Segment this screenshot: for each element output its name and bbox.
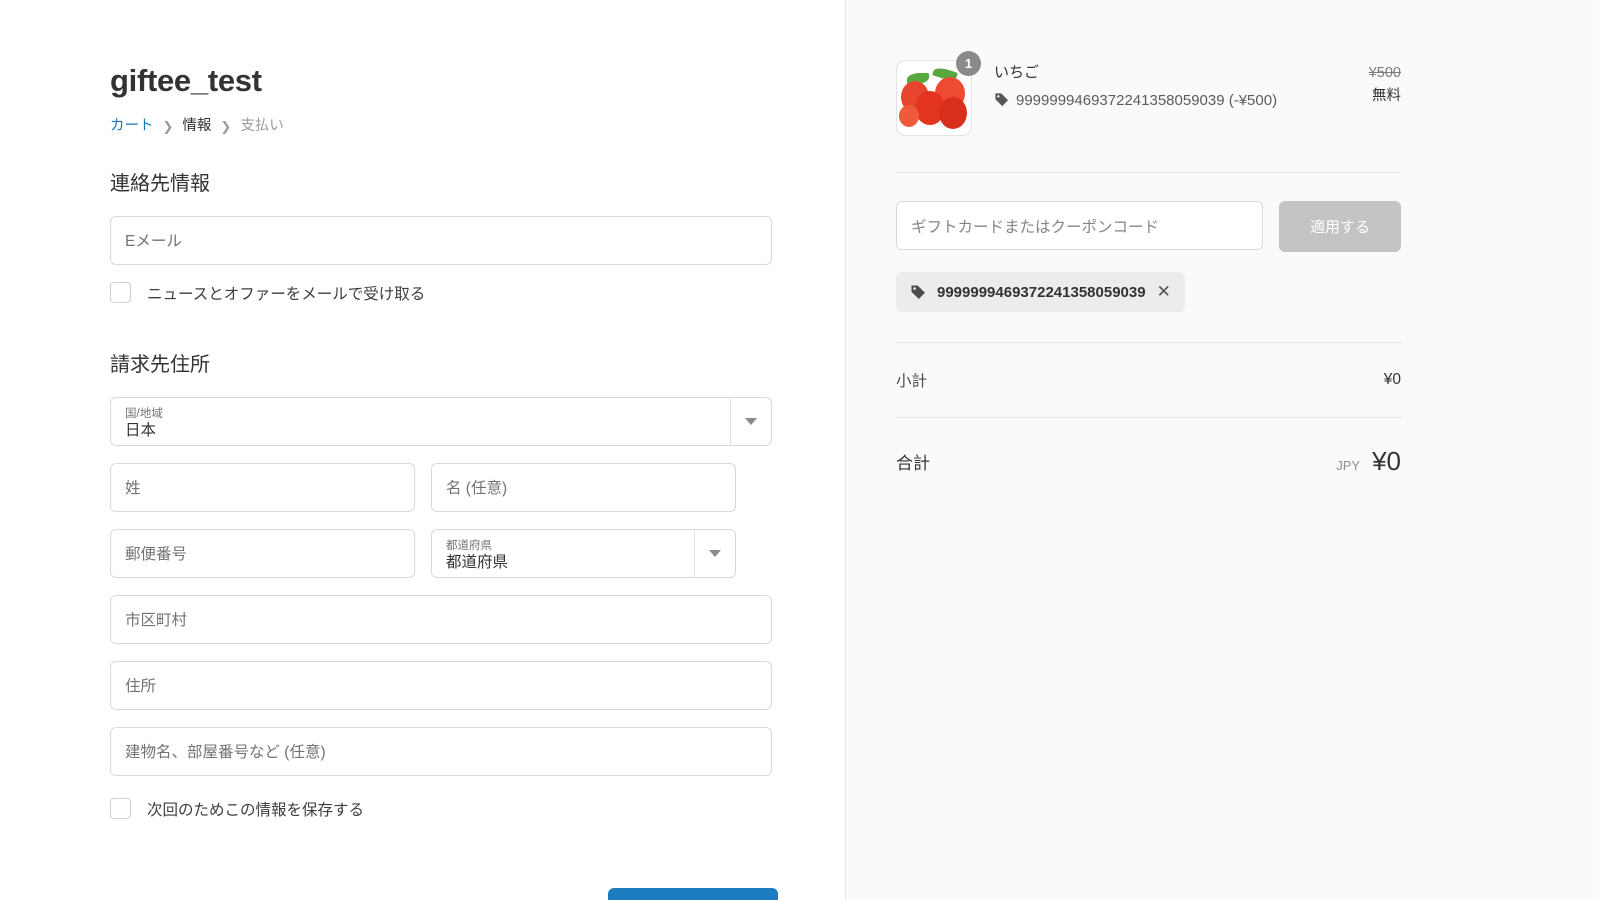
country-select-label: 国/地域 [125, 407, 163, 420]
prefecture-select-label: 都道府県 [446, 539, 492, 552]
product-discount-text: 9999999469372241358059039 (-¥500) [1016, 91, 1278, 109]
total-row: 合計 JPY ¥0 [896, 418, 1401, 477]
order-summary-column: 1 いちご 9999999469372241358059039 (-¥500) … [846, 0, 1599, 900]
save-info-label: 次回のためこの情報を保存する [147, 801, 365, 819]
breadcrumb-payment: 支払い [240, 118, 284, 135]
breadcrumb-cart[interactable]: カート [110, 119, 154, 134]
billing-section-heading: 請求先住所 [110, 353, 210, 376]
apply-coupon-button[interactable]: 適用する [1279, 201, 1401, 252]
checkout-page: giftee_test カート ❯ 情報 ❯ 支払い 連絡先情報 Eメール ニュ… [0, 0, 1600, 900]
order-line-item: 1 いちご 9999999469372241358059039 (-¥500) … [896, 51, 1401, 136]
subtotal-row: 小計 ¥0 [896, 343, 1401, 417]
subtotal-label: 小計 [896, 373, 928, 390]
country-select-value: 日本 [125, 422, 157, 440]
postal-code-placeholder: 郵便番号 [125, 546, 188, 564]
product-price: ¥500 無料 [1369, 60, 1401, 109]
total-label: 合計 [896, 454, 930, 473]
quantity-badge: 1 [956, 51, 981, 76]
newsletter-checkbox-row[interactable]: ニュースとオファーをメールで受け取る [110, 282, 736, 304]
prefecture-select-value: 都道府県 [446, 554, 509, 572]
city-field[interactable]: 市区町村 [110, 594, 772, 644]
coupon-row: ギフトカードまたはクーポンコード 適用する [896, 201, 1401, 252]
divider [896, 172, 1401, 173]
breadcrumb: カート ❯ 情報 ❯ 支払い [110, 119, 736, 134]
chevron-right-icon: ❯ [162, 118, 174, 134]
postal-prefecture-row: 郵便番号 都道府県 都道府県 [110, 528, 736, 578]
address-field[interactable]: 住所 [110, 660, 772, 710]
coupon-input[interactable]: ギフトカードまたはクーポンコード [896, 201, 1263, 250]
postal-code-field[interactable]: 郵便番号 [110, 528, 415, 578]
tag-icon [911, 285, 925, 299]
newsletter-label: ニュースとオファーをメールで受け取る [147, 285, 426, 303]
country-select[interactable]: 国/地域 日本 [110, 396, 772, 446]
price-current: 無料 [1372, 88, 1401, 105]
first-name-placeholder: 名 (任意) [446, 480, 508, 498]
total-currency: JPY [1336, 458, 1361, 473]
apartment-placeholder: 建物名、部屋番号など (任意) [125, 744, 326, 762]
last-name-field[interactable]: 姓 [110, 462, 415, 512]
first-name-field[interactable]: 名 (任意) [431, 462, 736, 512]
total-value: ¥0 [1372, 446, 1401, 476]
total-amount: JPY ¥0 [1336, 446, 1401, 477]
breadcrumb-information[interactable]: 情報 [182, 119, 211, 134]
chevron-right-icon: ❯ [220, 118, 232, 134]
newsletter-checkbox[interactable] [110, 282, 131, 304]
contact-section-heading: 連絡先情報 [110, 172, 210, 195]
address-placeholder: 住所 [125, 678, 157, 696]
tag-icon [995, 92, 1009, 106]
page-title: giftee_test [110, 63, 262, 98]
save-info-checkbox-row[interactable]: 次回のためこの情報を保存する [110, 798, 736, 820]
product-thumbnail-wrap: 1 [896, 51, 981, 136]
save-info-checkbox[interactable] [110, 798, 131, 820]
name-row: 姓 名 (任意) [110, 462, 736, 512]
subtotal-value: ¥0 [1383, 371, 1401, 388]
continue-button[interactable] [608, 888, 778, 900]
product-discount: 9999999469372241358059039 (-¥500) [994, 89, 1347, 112]
remove-coupon-icon[interactable]: ✕ [1157, 282, 1171, 302]
product-details: いちご 9999999469372241358059039 (-¥500) [994, 60, 1347, 112]
chevron-down-icon[interactable] [694, 529, 721, 577]
applied-coupon-code: 9999999469372241358059039 [937, 283, 1146, 301]
prefecture-select[interactable]: 都道府県 都道府県 [431, 528, 736, 578]
email-placeholder: Eメール [125, 233, 182, 251]
email-field[interactable]: Eメール [110, 215, 772, 265]
city-placeholder: 市区町村 [125, 612, 188, 630]
coupon-placeholder: ギフトカードまたはクーポンコード [911, 218, 1160, 236]
chevron-down-icon[interactable] [730, 397, 757, 445]
checkout-form-column: giftee_test カート ❯ 情報 ❯ 支払い 連絡先情報 Eメール ニュ… [0, 0, 846, 900]
apartment-field[interactable]: 建物名、部屋番号など (任意) [110, 726, 772, 776]
product-name: いちご [994, 64, 1040, 81]
applied-coupon-chip: 9999999469372241358059039 ✕ [896, 272, 1185, 312]
last-name-placeholder: 姓 [125, 480, 141, 498]
price-original: ¥500 [1368, 65, 1401, 81]
